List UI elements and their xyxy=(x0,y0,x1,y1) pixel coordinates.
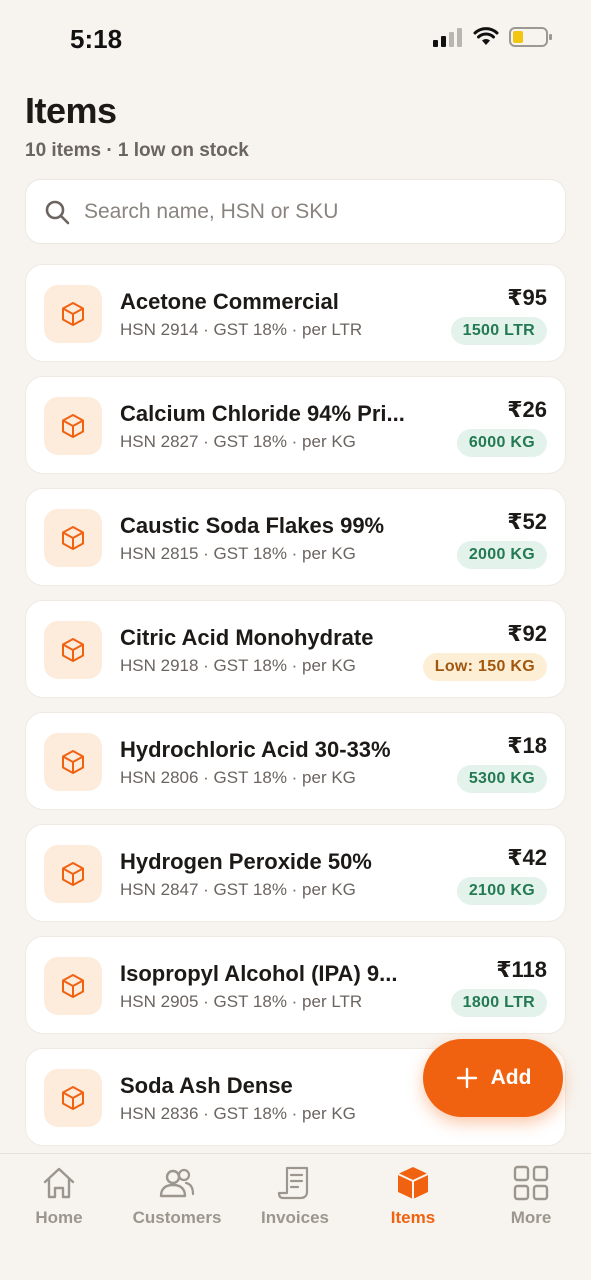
add-button-label: Add xyxy=(490,1066,532,1089)
status-bar: 5:18 xyxy=(0,0,591,80)
item-name: Acetone Commercial xyxy=(120,289,339,314)
item-card[interactable]: Hydrochloric Acid 30-33% HSN 2806 · GST … xyxy=(25,712,566,810)
items-box-icon xyxy=(397,1167,429,1199)
item-meta: HSN 2905 · GST 18% · per LTR xyxy=(120,992,363,1011)
item-box-icon xyxy=(44,845,102,903)
low-stock-badge: Low: 150 KG xyxy=(422,653,547,681)
stock-badge: 1500 LTR xyxy=(450,317,547,345)
status-icons xyxy=(433,26,553,48)
home-icon xyxy=(43,1167,75,1199)
tab-items[interactable]: Items xyxy=(354,1164,472,1234)
item-meta: HSN 2847 · GST 18% · per KG xyxy=(120,880,356,899)
item-meta: HSN 2827 · GST 18% · per KG xyxy=(120,432,356,451)
item-card[interactable]: Calcium Chloride 94% Pri... HSN 2827 · G… xyxy=(25,376,566,474)
stock-badge: 2100 KG xyxy=(456,877,547,905)
tab-home[interactable]: Home xyxy=(0,1164,118,1234)
item-box-icon xyxy=(44,509,102,567)
item-name: Soda Ash Dense xyxy=(120,1073,293,1098)
tab-customers[interactable]: Customers xyxy=(118,1164,236,1234)
item-meta: HSN 2815 · GST 18% · per KG xyxy=(120,544,356,563)
item-card[interactable]: Isopropyl Alcohol (IPA) 9... HSN 2905 · … xyxy=(25,936,566,1034)
item-meta: HSN 2836 · GST 18% · per KG xyxy=(120,1104,356,1123)
signal-icon xyxy=(433,28,462,47)
invoices-icon xyxy=(277,1166,309,1200)
item-price: ₹18 xyxy=(507,733,547,758)
wifi-icon xyxy=(473,27,499,45)
item-price: ₹118 xyxy=(496,957,547,982)
add-item-button[interactable]: Add xyxy=(423,1039,563,1117)
item-box-icon xyxy=(44,733,102,791)
item-meta: HSN 2806 · GST 18% · per KG xyxy=(120,768,356,787)
tab-more[interactable]: More xyxy=(472,1164,590,1234)
grid-icon xyxy=(513,1165,549,1201)
item-meta: HSN 2918 · GST 18% · per KG xyxy=(120,656,356,675)
item-price: ₹52 xyxy=(507,509,547,534)
plus-icon xyxy=(456,1067,477,1089)
item-box-icon xyxy=(44,621,102,679)
item-box-icon xyxy=(44,1069,102,1127)
item-name: Citric Acid Monohydrate xyxy=(120,625,374,650)
item-card[interactable]: Acetone Commercial HSN 2914 · GST 18% · … xyxy=(25,264,566,362)
item-price: ₹95 xyxy=(507,285,547,310)
item-name: Calcium Chloride 94% Pri... xyxy=(120,401,405,426)
page-title: Items xyxy=(25,90,117,131)
tab-invoices[interactable]: Invoices xyxy=(236,1164,354,1234)
page-header: Items 10 items · 1 low on stock xyxy=(25,90,249,162)
item-price: ₹26 xyxy=(507,397,547,422)
tab-label: Items xyxy=(390,1208,436,1227)
tab-label: More xyxy=(510,1208,552,1227)
item-card[interactable]: Hydrogen Peroxide 50% HSN 2847 · GST 18%… xyxy=(25,824,566,922)
customers-icon xyxy=(159,1168,195,1198)
item-price: ₹92 xyxy=(507,621,547,646)
tab-label: Invoices xyxy=(260,1208,330,1227)
stock-badge: 6000 KG xyxy=(456,429,547,457)
search-input[interactable] xyxy=(84,199,524,224)
search-icon xyxy=(45,200,70,224)
item-box-icon xyxy=(44,397,102,455)
stock-badge: 1800 LTR xyxy=(450,989,547,1017)
item-name: Hydrogen Peroxide 50% xyxy=(120,849,372,874)
items-list[interactable]: Acetone Commercial HSN 2914 · GST 18% · … xyxy=(25,264,566,1154)
battery-icon xyxy=(509,27,552,47)
status-time: 5:18 xyxy=(70,24,123,54)
stock-badge: 2000 KG xyxy=(456,541,547,569)
item-meta: HSN 2914 · GST 18% · per LTR xyxy=(120,320,363,339)
item-card[interactable]: Citric Acid Monohydrate HSN 2918 · GST 1… xyxy=(25,600,566,698)
stock-badge: 5300 KG xyxy=(456,765,547,793)
item-box-icon xyxy=(44,285,102,343)
item-name: Caustic Soda Flakes 99% xyxy=(120,513,385,538)
bottom-tab-bar: Home Customers Invoices Items More xyxy=(0,1153,591,1280)
page-subtitle: 10 items · 1 low on stock xyxy=(25,140,249,161)
search-bar[interactable] xyxy=(25,179,566,244)
item-card[interactable]: Caustic Soda Flakes 99% HSN 2815 · GST 1… xyxy=(25,488,566,586)
item-name: Hydrochloric Acid 30-33% xyxy=(120,737,391,762)
tab-label: Customers xyxy=(132,1208,222,1227)
tab-label: Home xyxy=(35,1208,83,1227)
item-price: ₹42 xyxy=(507,845,547,870)
item-box-icon xyxy=(44,957,102,1015)
item-name: Isopropyl Alcohol (IPA) 9... xyxy=(120,961,398,986)
